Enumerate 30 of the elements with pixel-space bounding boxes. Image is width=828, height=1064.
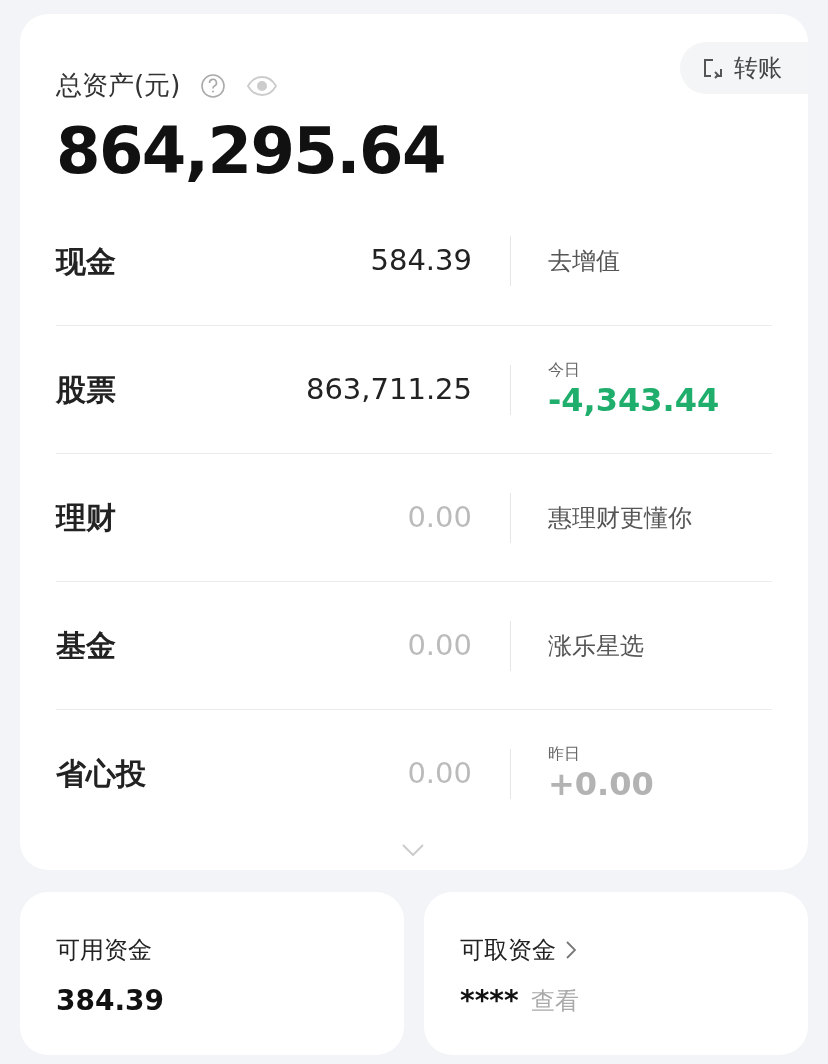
change-value: +0.00 xyxy=(548,763,654,804)
total-assets-value: 864,295.64 xyxy=(55,113,446,190)
expand-chevron-icon[interactable] xyxy=(402,844,424,856)
asset-name: 理财 xyxy=(56,499,117,537)
asset-amount: 863,711.25 xyxy=(304,370,472,408)
promo-link[interactable]: 去增值 xyxy=(548,243,620,279)
funds-card[interactable]: 可用资金 384.39 xyxy=(20,892,404,1055)
change-label: 昨日 xyxy=(548,743,581,764)
asset-amount: 0.00 xyxy=(406,626,472,664)
change-value: -4,343.44 xyxy=(548,379,720,420)
funds-card[interactable]: 可取资金 **** 查看 xyxy=(424,892,808,1055)
asset-name: 省心投 xyxy=(56,755,147,793)
asset-amount: 0.00 xyxy=(406,754,472,792)
asset-amount: 0.00 xyxy=(406,498,472,536)
asset-name: 基金 xyxy=(56,627,117,665)
transfer-icon xyxy=(702,57,724,79)
funds-value: **** xyxy=(460,983,519,1019)
funds-label: 可取资金 xyxy=(460,935,556,966)
asset-name: 股票 xyxy=(56,371,117,409)
total-assets-label: 总资产(元) xyxy=(56,69,181,102)
promo-link[interactable]: 涨乐星选 xyxy=(548,627,644,664)
eye-icon[interactable] xyxy=(246,74,279,97)
transfer-button[interactable]: 转账 xyxy=(680,42,808,94)
promo-link[interactable]: 惠理财更懂你 xyxy=(548,499,692,536)
asset-name: 现金 xyxy=(56,242,117,281)
funds-value: 384.39 xyxy=(56,983,165,1019)
help-icon[interactable] xyxy=(200,72,227,99)
change-label: 今日 xyxy=(548,359,581,380)
asset-amount: 584.39 xyxy=(369,242,472,280)
funds-label: 可用资金 xyxy=(56,935,152,966)
